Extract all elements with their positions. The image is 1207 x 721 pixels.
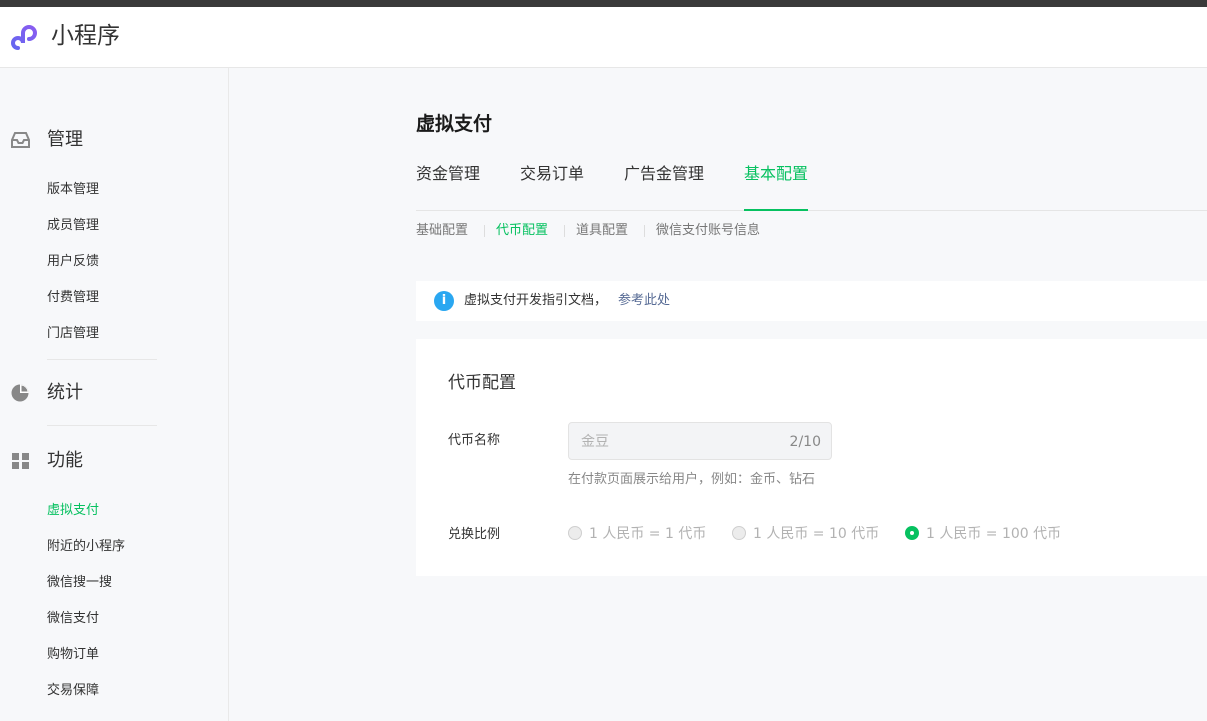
- sidebar-section-stats[interactable]: 统计: [0, 373, 228, 413]
- info-icon: i: [434, 291, 454, 311]
- sidebar-divider: [47, 359, 157, 360]
- sidebar-item-feedback[interactable]: 用户反馈: [47, 252, 99, 272]
- radio-label: 1 人民币 = 100 代币: [926, 526, 1062, 542]
- notice-bar: i 虚拟支付开发指引文档， 参考此处: [416, 281, 1207, 321]
- tab-funds[interactable]: 资金管理: [416, 162, 480, 186]
- radio-label: 1 人民币 = 10 代币: [753, 526, 880, 542]
- subtab-account-info[interactable]: 微信支付账号信息: [656, 222, 760, 240]
- subtab-separator: [564, 225, 565, 237]
- radio-circle-selected: [905, 526, 919, 540]
- token-name-value: 金豆: [581, 434, 609, 450]
- exchange-ratio-label: 兑换比例: [448, 527, 501, 542]
- sidebar-section-manage[interactable]: 管理: [0, 120, 228, 160]
- sidebar-item-nearby[interactable]: 附近的小程序: [47, 537, 125, 557]
- tab-orders[interactable]: 交易订单: [520, 162, 584, 186]
- radio-label: 1 人民币 = 1 代币: [589, 526, 707, 542]
- window-top-bar: [0, 0, 1207, 7]
- sidebar-item-payment[interactable]: 付费管理: [47, 288, 99, 308]
- sidebar-divider: [47, 425, 157, 426]
- notice-link[interactable]: 参考此处: [618, 291, 670, 311]
- sidebar-item-wechat-pay[interactable]: 微信支付: [47, 609, 99, 629]
- subtab-items[interactable]: 道具配置: [576, 222, 628, 240]
- token-name-label: 代币名称: [448, 433, 501, 448]
- sidebar-item-virtual-pay[interactable]: 虚拟支付: [47, 501, 99, 521]
- sidebar-item-version[interactable]: 版本管理: [47, 180, 99, 200]
- char-counter: 2/10: [789, 434, 821, 450]
- active-tab-indicator: [744, 209, 808, 211]
- sidebar-section-label: 统计: [47, 382, 83, 403]
- notice-text: 虚拟支付开发指引文档，: [464, 293, 608, 308]
- app-title: 小程序: [51, 23, 120, 49]
- pie-chart-icon: [11, 384, 29, 402]
- tab-basic-config[interactable]: 基本配置: [744, 162, 808, 186]
- sidebar-item-stores[interactable]: 门店管理: [47, 324, 99, 344]
- grid-icon: [12, 453, 29, 469]
- subtab-separator: [644, 225, 645, 237]
- page-title: 虚拟支付: [416, 113, 493, 135]
- subtab-token[interactable]: 代币配置: [496, 222, 548, 240]
- inbox-icon: [11, 132, 30, 148]
- tabs-divider: [416, 210, 1207, 211]
- sidebar: 管理 版本管理 成员管理 用户反馈 付费管理 门店管理 统计 功能 虚拟支付 附…: [0, 68, 229, 721]
- sidebar-item-search[interactable]: 微信搜一搜: [47, 573, 112, 593]
- token-name-hint: 在付款页面展示给用户，例如：金币、钻石: [568, 472, 816, 487]
- radio-circle: [568, 526, 582, 540]
- sidebar-item-members[interactable]: 成员管理: [47, 216, 99, 236]
- sidebar-section-label: 功能: [47, 450, 83, 471]
- radio-circle: [732, 526, 746, 540]
- token-name-input[interactable]: 金豆 2/10: [568, 422, 832, 460]
- sidebar-section-features[interactable]: 功能: [0, 441, 228, 481]
- subtab-basic[interactable]: 基础配置: [416, 222, 468, 240]
- sidebar-item-orders[interactable]: 购物订单: [47, 645, 99, 665]
- token-config-card: 代币配置 代币名称 金豆 2/10 在付款页面展示给用户，例如：金币、钻石 兑换…: [416, 339, 1207, 576]
- card-title: 代币配置: [448, 373, 516, 393]
- subtab-separator: [484, 225, 485, 237]
- mini-program-logo-icon: [11, 25, 37, 50]
- app-header: 小程序: [0, 7, 1207, 68]
- sidebar-item-guarantee[interactable]: 交易保障: [47, 681, 99, 701]
- sidebar-section-label: 管理: [47, 129, 83, 150]
- tab-ad-funds[interactable]: 广告金管理: [624, 162, 704, 186]
